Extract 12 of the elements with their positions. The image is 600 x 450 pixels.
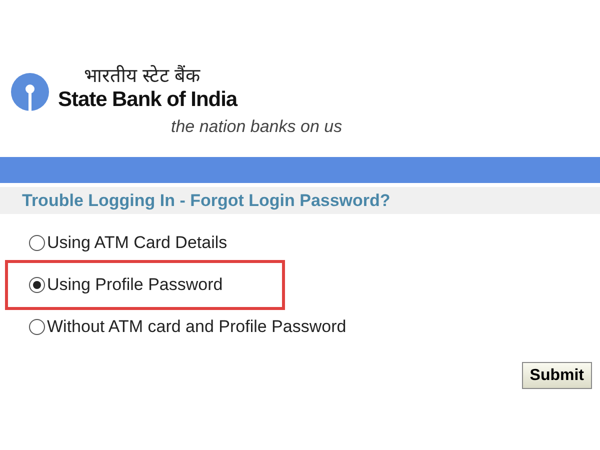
- radio-button[interactable]: [29, 277, 45, 293]
- submit-button[interactable]: Submit: [522, 362, 592, 389]
- logo-icon: [10, 72, 50, 112]
- bank-name-hindi: भारतीय स्टेट बैंक: [84, 66, 202, 88]
- bank-name: State Bank of India: [58, 88, 239, 112]
- radio-option[interactable]: Using ATM Card Details: [29, 230, 228, 256]
- radio-button[interactable]: [29, 319, 45, 335]
- radio-button[interactable]: [29, 235, 45, 251]
- radio-option[interactable]: Without ATM card and Profile Password: [29, 314, 346, 340]
- radio-option[interactable]: Using Profile Password: [29, 272, 223, 298]
- tagline: the nation banks on us: [171, 116, 342, 138]
- section-heading: Trouble Logging In - Forgot Login Password?: [22, 190, 390, 212]
